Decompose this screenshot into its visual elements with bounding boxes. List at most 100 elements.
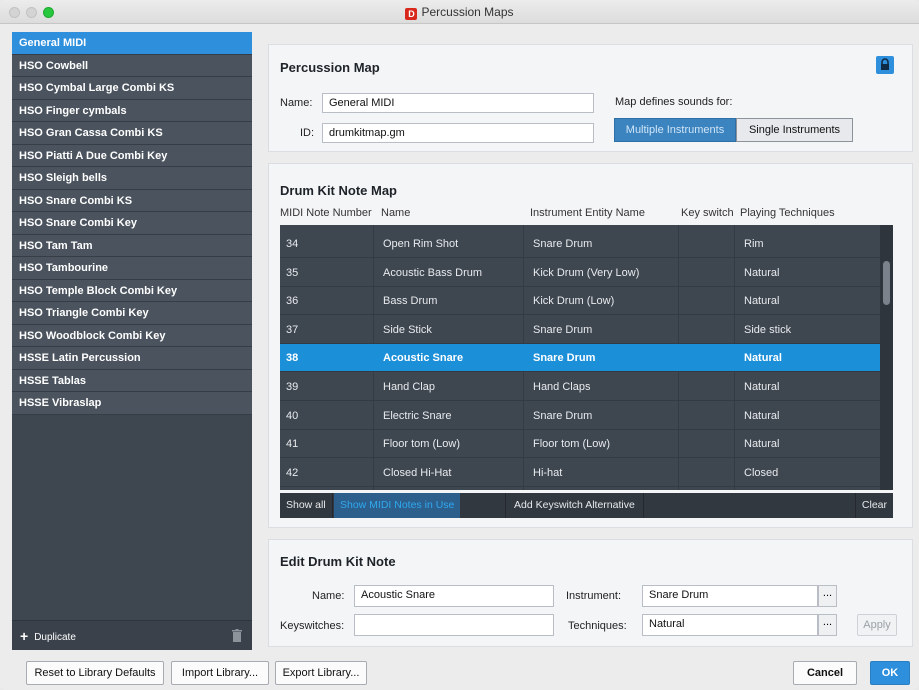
reset-to-library-defaults-button[interactable]: Reset to Library Defaults [26,661,164,685]
map-id-field[interactable]: drumkitmap.gm [322,123,594,143]
duplicate-button[interactable]: + Duplicate [20,628,76,644]
clear-button[interactable]: Clear [854,493,893,518]
note-name-label: Name: [312,590,345,602]
cell-instrument: Snare Drum [533,238,593,250]
cell-technique: Natural [744,266,780,279]
cell-midi-note: 37 [286,323,299,336]
map-list-item[interactable]: HSO Temple Block Combi Key [12,279,252,302]
cell-technique: Natural [744,409,780,422]
cell-technique: Natural [744,381,780,393]
cell-instrument: Floor tom (Low) [533,438,611,451]
multiple-instruments-toggle[interactable]: Multiple Instruments [614,118,736,142]
note-map-heading: Drum Kit Note Map [280,183,397,198]
add-keyswitch-alternative-button[interactable]: Add Keyswitch Alternative [505,493,644,518]
cell-keyswitch [682,230,688,258]
map-list-item[interactable]: HSSE Latin Percussion [12,347,252,370]
cell-name: Floor tom (Low) [383,438,461,451]
table-row[interactable]: 37 Side Stick Snare Drum Side stick [280,316,880,344]
cell-name: Open Rim Shot [383,238,459,250]
import-library-button[interactable]: Import Library... [171,661,269,685]
cell-instrument: Kick Drum (Low) [533,295,615,308]
percussion-maps-window: D Percussion Maps General MIDI HSO Cowbell… [0,0,919,690]
plus-icon: + [20,628,29,644]
ok-button[interactable]: OK [870,661,910,685]
cell-midi-note: 42 [286,466,299,479]
map-name-field[interactable]: General MIDI [322,93,594,113]
cell-technique: Side stick [744,323,792,336]
map-list-item[interactable]: General MIDI [12,32,252,55]
cell-keyswitch [682,287,688,315]
map-list-item[interactable]: HSO Tam Tam [12,234,252,257]
maps-list: General MIDI HSO Cowbell HSO Cymbal Large … [12,32,252,415]
export-library-button[interactable]: Export Library... [275,661,367,685]
show-midi-notes-in-use-button[interactable]: Show MIDI Notes in Use [334,493,461,518]
table-row[interactable]: 42 Closed Hi-Hat Hi-hat Closed [280,459,880,487]
col-header-instrument[interactable]: Instrument Entity Name [530,207,645,219]
note-name-field[interactable]: Acoustic Snare [354,585,554,607]
cell-midi-note: 41 [286,438,299,451]
map-id-label: ID: [300,127,315,139]
map-list-item[interactable]: HSO Triangle Combi Key [12,302,252,325]
map-list-item[interactable]: HSO Snare Combi Key [12,212,252,235]
map-list-item[interactable]: HSO Woodblock Combi Key [12,324,252,347]
single-instruments-toggle[interactable]: Single Instruments [736,118,853,142]
map-list-item[interactable]: HSO Snare Combi KS [12,189,252,212]
instrument-picker-button[interactable]: ... [818,585,837,607]
techniques-picker-button[interactable]: ... [818,614,837,636]
table-row[interactable]: 36 Bass Drum Kick Drum (Low) Natural [280,287,880,316]
note-map-table: 34 Open Rim Shot Snare Drum Rim 35 Acoustic B… [280,225,893,490]
table-row[interactable]: 38 Acoustic Snare Snare Drum Natural [280,344,880,373]
cell-instrument: Snare Drum [533,352,596,365]
keyswitches-field[interactable] [354,614,554,636]
cell-name: Bass Drum [383,295,438,308]
map-list-item[interactable]: HSO Finger cymbals [12,99,252,122]
table-row[interactable]: 41 Floor tom (Low) Floor tom (Low) Natural [280,430,880,459]
techniques-field[interactable]: Natural [642,614,818,636]
cell-instrument: Hand Claps [533,381,591,393]
col-header-midi-note[interactable]: MIDI Note Number [280,207,372,219]
table-row[interactable]: 34 Open Rim Shot Snare Drum Rim [280,230,880,258]
map-list-item[interactable]: HSO Piatti A Due Combi Key [12,144,252,167]
map-list-item[interactable]: HSO Cowbell [12,54,252,77]
map-list-item[interactable]: HSO Gran Cassa Combi KS [12,122,252,145]
lock-button[interactable] [876,56,894,74]
show-all-button[interactable]: Show all [280,493,333,518]
cell-technique: Natural [744,352,782,365]
col-header-keyswitch[interactable]: Key switch [681,207,734,219]
cell-midi-note: 39 [286,381,299,393]
cell-name: Closed Hi-Hat [383,466,452,479]
map-list-item[interactable]: HSO Tambourine [12,257,252,280]
table-scrollbar[interactable] [880,225,893,490]
instrument-field[interactable]: Snare Drum [642,585,818,607]
apply-button[interactable]: Apply [857,614,897,636]
cancel-button[interactable]: Cancel [793,661,857,685]
cell-technique: Closed [744,466,779,479]
cell-keyswitch [682,373,688,401]
table-row[interactable]: 40 Electric Snare Snare Drum Natural [280,402,880,430]
cell-keyswitch [682,402,688,430]
app-logo-icon: D [405,8,418,20]
table-row[interactable]: 35 Acoustic Bass Drum Kick Drum (Very Low)… [280,259,880,287]
col-header-name[interactable]: Name [381,207,410,219]
table-row[interactable]: 39 Hand Clap Hand Claps Natural [280,373,880,401]
percussion-map-heading: Percussion Map [280,60,380,75]
map-list-item[interactable]: HSSE Vibraslap [12,392,252,415]
map-list-item[interactable]: HSO Sleigh bells [12,167,252,190]
title-bar: D Percussion Maps [0,0,919,24]
cell-name: Side Stick [383,323,432,336]
edit-note-heading: Edit Drum Kit Note [280,554,396,569]
cell-name: Hand Clap [383,381,435,393]
cell-name: Acoustic Snare [383,352,464,365]
sidebar-footer: + Duplicate [12,620,252,650]
cell-midi-note: 34 [286,238,299,250]
scrollbar-thumb[interactable] [883,261,890,305]
col-header-techniques[interactable]: Playing Techniques [740,207,835,219]
map-list-item[interactable]: HSSE Tablas [12,369,252,392]
cell-keyswitch [682,259,688,287]
map-list-item[interactable]: HSO Cymbal Large Combi KS [12,77,252,100]
cell-name: Electric Snare [383,409,452,422]
trash-icon[interactable] [232,629,242,642]
cell-keyswitch [682,430,688,458]
window-title: D Percussion Maps [0,5,919,20]
cell-instrument: Snare Drum [533,409,593,422]
